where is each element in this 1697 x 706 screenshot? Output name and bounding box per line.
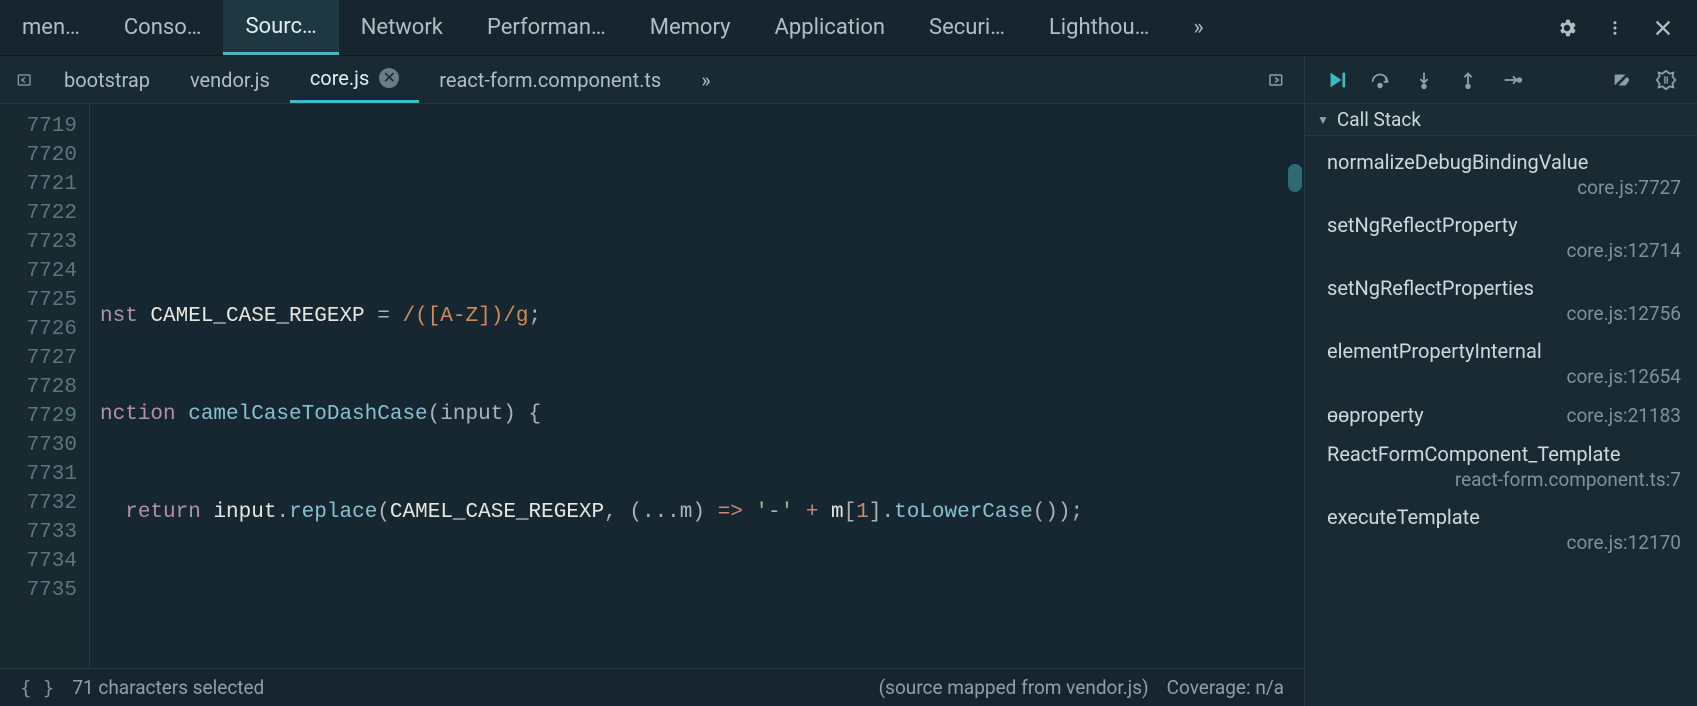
step-into-icon[interactable] — [1403, 60, 1445, 100]
selection-info: 71 characters selected — [72, 676, 264, 699]
code-line[interactable] — [96, 596, 1304, 625]
tab-security[interactable]: Securi… — [907, 0, 1027, 55]
call-stack-header[interactable]: ▼ Call Stack — [1305, 104, 1697, 136]
file-tab-vendor[interactable]: vendor.js — [170, 56, 290, 103]
code-content[interactable]: nst CAMEL_CASE_REGEXP = /([A-Z])/g; ncti… — [90, 104, 1304, 668]
editor-status-bar: { } 71 characters selected (source mappe… — [0, 668, 1304, 706]
file-tab-overflow[interactable]: » — [681, 56, 730, 103]
stack-frame[interactable]: executeTemplate core.js:12170 — [1305, 497, 1697, 560]
step-out-icon[interactable] — [1447, 60, 1489, 100]
debugger-sidebar: ▼ Call Stack normalizeDebugBindingValue … — [1305, 56, 1697, 706]
step-icon[interactable] — [1491, 60, 1533, 100]
coverage-info: Coverage: n/a — [1167, 676, 1284, 699]
line-gutter: 77197720772177227723 7724772577267727772… — [0, 104, 90, 668]
resume-icon[interactable] — [1315, 60, 1357, 100]
code-line[interactable]: nction camelCaseToDashCase(input) { — [96, 400, 1304, 429]
kebab-menu-icon[interactable] — [1595, 8, 1635, 48]
pretty-print-icon[interactable]: { } — [20, 677, 54, 699]
step-over-icon[interactable] — [1359, 60, 1401, 100]
tab-elements[interactable]: men… — [0, 0, 102, 55]
tab-memory[interactable]: Memory — [628, 0, 753, 55]
code-editor[interactable]: 77197720772177227723 7724772577267727772… — [0, 104, 1304, 668]
tab-lighthouse[interactable]: Lighthou… — [1027, 0, 1171, 55]
stack-frame[interactable]: elementPropertyInternal core.js:12654 — [1305, 331, 1697, 394]
stack-frame[interactable]: normalizeDebugBindingValue core.js:7727 — [1305, 142, 1697, 205]
call-stack-list: normalizeDebugBindingValue core.js:7727 … — [1305, 136, 1697, 706]
stack-frame[interactable]: ɵɵproperty core.js:21183 — [1305, 394, 1697, 434]
tab-overflow[interactable]: » — [1171, 0, 1225, 55]
stack-frame[interactable]: ReactFormComponent_Template react-form.c… — [1305, 434, 1697, 497]
tab-network[interactable]: Network — [339, 0, 465, 55]
tab-console[interactable]: Conso… — [102, 0, 224, 55]
close-devtools-icon[interactable] — [1643, 8, 1683, 48]
settings-icon[interactable] — [1547, 8, 1587, 48]
tab-sources[interactable]: Sourc… — [223, 0, 338, 55]
code-line[interactable] — [96, 204, 1304, 233]
source-map-info: (source mapped from vendor.js) — [879, 676, 1149, 699]
code-line[interactable]: nst CAMEL_CASE_REGEXP = /([A-Z])/g; — [96, 302, 1304, 331]
tab-performance[interactable]: Performan… — [465, 0, 628, 55]
navigate-back-icon[interactable] — [6, 56, 44, 103]
deactivate-breakpoints-icon[interactable] — [1601, 60, 1643, 100]
file-tab-core[interactable]: core.js ✕ — [290, 56, 419, 103]
code-line[interactable]: return input.replace(CAMEL_CASE_REGEXP, … — [96, 498, 1304, 527]
devtools-panel-tabs: men… Conso… Sourc… Network Performan… Me… — [0, 0, 1697, 56]
tab-application[interactable]: Application — [753, 0, 907, 55]
editor-scrollbar-thumb[interactable] — [1288, 164, 1302, 192]
file-tab-bootstrap[interactable]: bootstrap — [44, 56, 170, 103]
file-tab-react-form[interactable]: react-form.component.ts — [419, 56, 681, 103]
close-file-icon[interactable]: ✕ — [379, 68, 399, 88]
stack-frame[interactable]: setNgReflectProperty core.js:12714 — [1305, 205, 1697, 268]
disclosure-triangle-icon: ▼ — [1317, 113, 1329, 127]
stack-frame[interactable]: setNgReflectProperties core.js:12756 — [1305, 268, 1697, 331]
file-tabstrip: bootstrap vendor.js core.js ✕ react-form… — [0, 56, 1304, 104]
pause-on-exceptions-icon[interactable] — [1645, 60, 1687, 100]
debugger-toolbar — [1305, 56, 1697, 104]
navigate-forward-icon[interactable] — [1256, 70, 1294, 90]
